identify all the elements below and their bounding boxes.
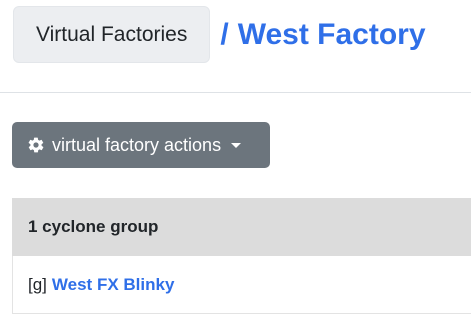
breadcrumb-separator: / [220, 17, 229, 51]
group-link-west-fx-blinky[interactable]: West FX Blinky [52, 275, 175, 295]
actions-button-label: virtual factory actions [52, 134, 222, 155]
breadcrumb: Virtual Factories / West Factory [13, 6, 426, 63]
page: Virtual Factories / West Factory virtual… [0, 0, 471, 314]
breadcrumb-virtual-factories-button[interactable]: Virtual Factories [13, 6, 211, 63]
list-item: [g] West FX Blinky [12, 256, 471, 314]
caret-down-icon [231, 142, 242, 148]
group-type-prefix: [g] [28, 274, 47, 294]
header-divider [0, 92, 471, 93]
gear-icon [27, 136, 45, 154]
group-count-header: 1 cyclone group [12, 198, 471, 256]
page-title: West Factory [237, 17, 426, 51]
virtual-factory-actions-button[interactable]: virtual factory actions [12, 122, 270, 168]
